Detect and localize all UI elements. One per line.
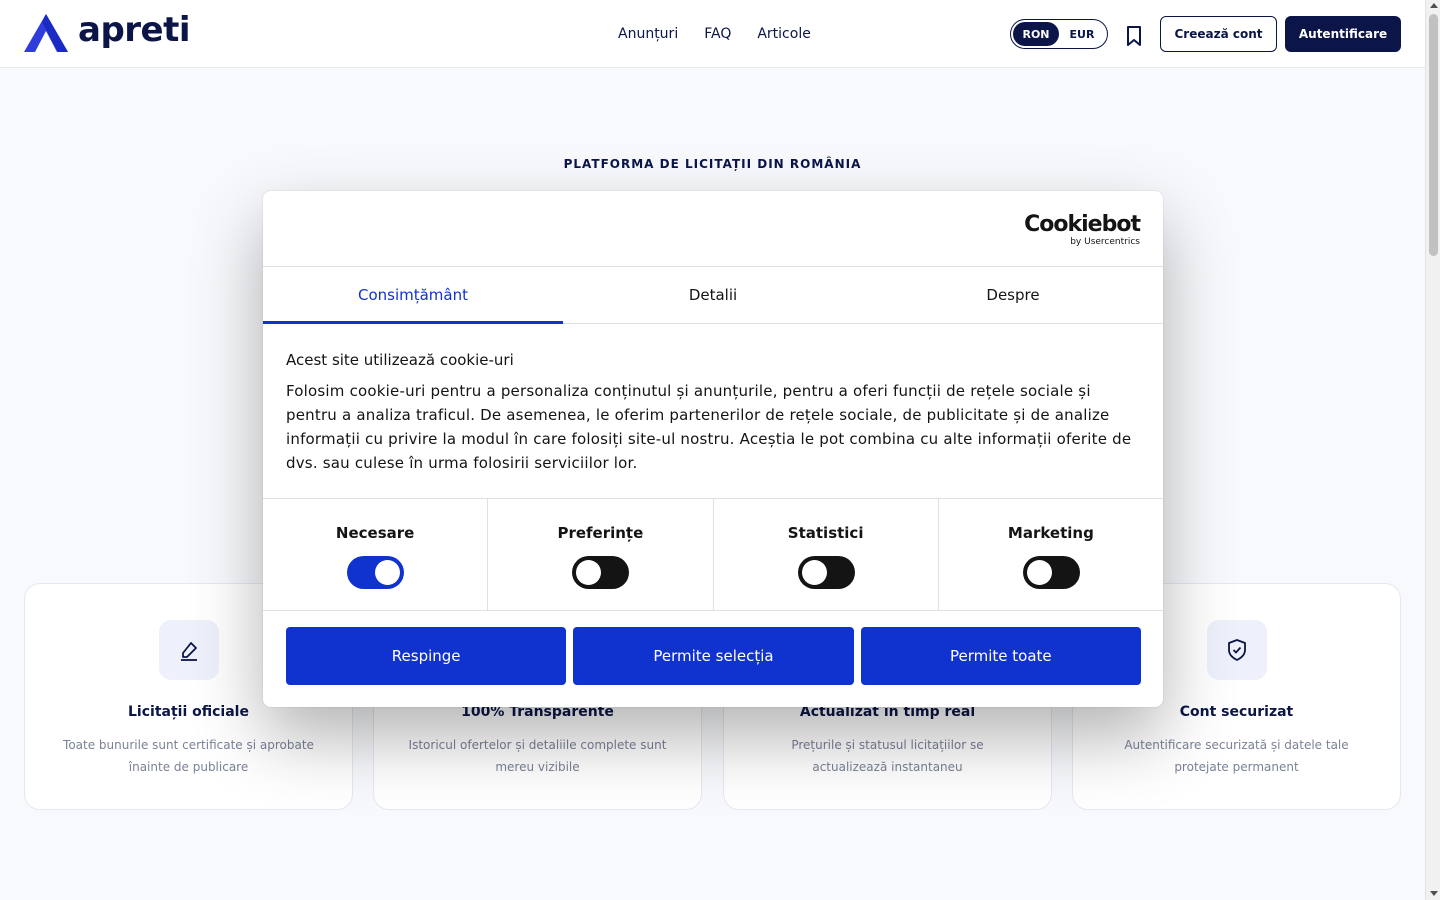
tab-consent[interactable]: Consimțământ xyxy=(263,267,563,324)
feature-desc: Istoricul ofertelor și detaliile complet… xyxy=(408,738,667,774)
allow-selection-button[interactable]: Permite selecția xyxy=(573,627,854,685)
necessary-toggle[interactable] xyxy=(347,556,405,589)
cookie-description: Folosim cookie-uri pentru a personaliza … xyxy=(286,382,1132,472)
category-necessary: Necesare xyxy=(263,499,489,610)
cookie-tabs: Consimțământ Detalii Despre xyxy=(263,266,1163,324)
page-scrollbar[interactable] xyxy=(1425,0,1440,900)
pen-icon xyxy=(180,642,197,661)
category-label: Necesare xyxy=(335,524,415,542)
category-label: Statistici xyxy=(787,524,864,542)
allow-all-button[interactable]: Permite toate xyxy=(860,627,1141,685)
category-label: Preferințe xyxy=(557,524,644,542)
preferences-toggle[interactable] xyxy=(572,556,630,589)
nav-link-articole[interactable]: Articole xyxy=(757,24,810,44)
category-label: Marketing xyxy=(1007,524,1094,542)
currency-ron[interactable]: RON xyxy=(1013,22,1059,46)
site-header: apreti Anunțuri FAQ Articole RON EUR Cre… xyxy=(0,0,1425,68)
feature-desc: Autentificare securizată și datele tale … xyxy=(1124,738,1349,774)
feature-desc: Toate bunurile sunt certificate și aprob… xyxy=(63,738,314,774)
marketing-toggle[interactable] xyxy=(1022,556,1080,589)
tab-details[interactable]: Detalii xyxy=(563,267,863,323)
toggle-knob xyxy=(1026,560,1052,585)
scroll-thumb[interactable] xyxy=(1429,14,1438,256)
bookmark-icon[interactable] xyxy=(1124,25,1144,47)
cookie-body: Acest site utilizează cookie-uri Folosim… xyxy=(286,349,1141,475)
toggle-knob xyxy=(801,560,827,585)
login-button[interactable]: Autentificare xyxy=(1285,16,1401,52)
currency-toggle: RON EUR xyxy=(1010,19,1108,49)
scroll-up-icon[interactable] xyxy=(1430,3,1438,8)
cookiebot-brand-sub: by Usercentrics xyxy=(1070,237,1140,247)
logo-text: apreti xyxy=(78,10,191,50)
category-marketing: Marketing xyxy=(939,499,1163,610)
statistics-toggle[interactable] xyxy=(797,556,855,589)
logo[interactable]: apreti xyxy=(24,10,191,54)
cookie-heading: Acest site utilizează cookie-uri xyxy=(286,351,514,369)
apreti-logo-icon xyxy=(24,14,68,52)
category-preferences: Preferințe xyxy=(488,499,714,610)
nav-link-anunturi[interactable]: Anunțuri xyxy=(618,24,678,44)
main-nav: Anunțuri FAQ Articole xyxy=(618,24,811,44)
toggle-knob xyxy=(375,560,401,585)
hero-tagline: PLATFORMA DE LICITAȚII DIN ROMÂNIA xyxy=(563,157,862,171)
currency-eur[interactable]: EUR xyxy=(1059,22,1105,46)
create-account-button[interactable]: Creează cont xyxy=(1160,16,1277,52)
reject-button[interactable]: Respinge xyxy=(286,627,567,685)
category-statistics: Statistici xyxy=(714,499,939,610)
tab-about[interactable]: Despre xyxy=(863,267,1163,323)
cookie-actions: Respinge Permite selecția Permite toate xyxy=(286,627,1141,685)
toggle-knob xyxy=(576,560,602,585)
feature-desc: Prețurile și statusul licitațiilor se ac… xyxy=(791,738,984,774)
shield-check-icon xyxy=(1227,639,1246,661)
cookiebot-logo: Cookiebot by Usercentrics xyxy=(1024,212,1141,248)
cookie-consent-dialog: Cookiebot by Usercentrics Consimțământ D… xyxy=(263,191,1163,707)
cookiebot-brand-name: Cookiebot xyxy=(1024,212,1141,237)
scroll-down-icon[interactable] xyxy=(1430,891,1438,896)
nav-link-faq[interactable]: FAQ xyxy=(704,24,731,44)
cookie-categories: Necesare Preferințe Statistici Marketing xyxy=(263,498,1163,611)
